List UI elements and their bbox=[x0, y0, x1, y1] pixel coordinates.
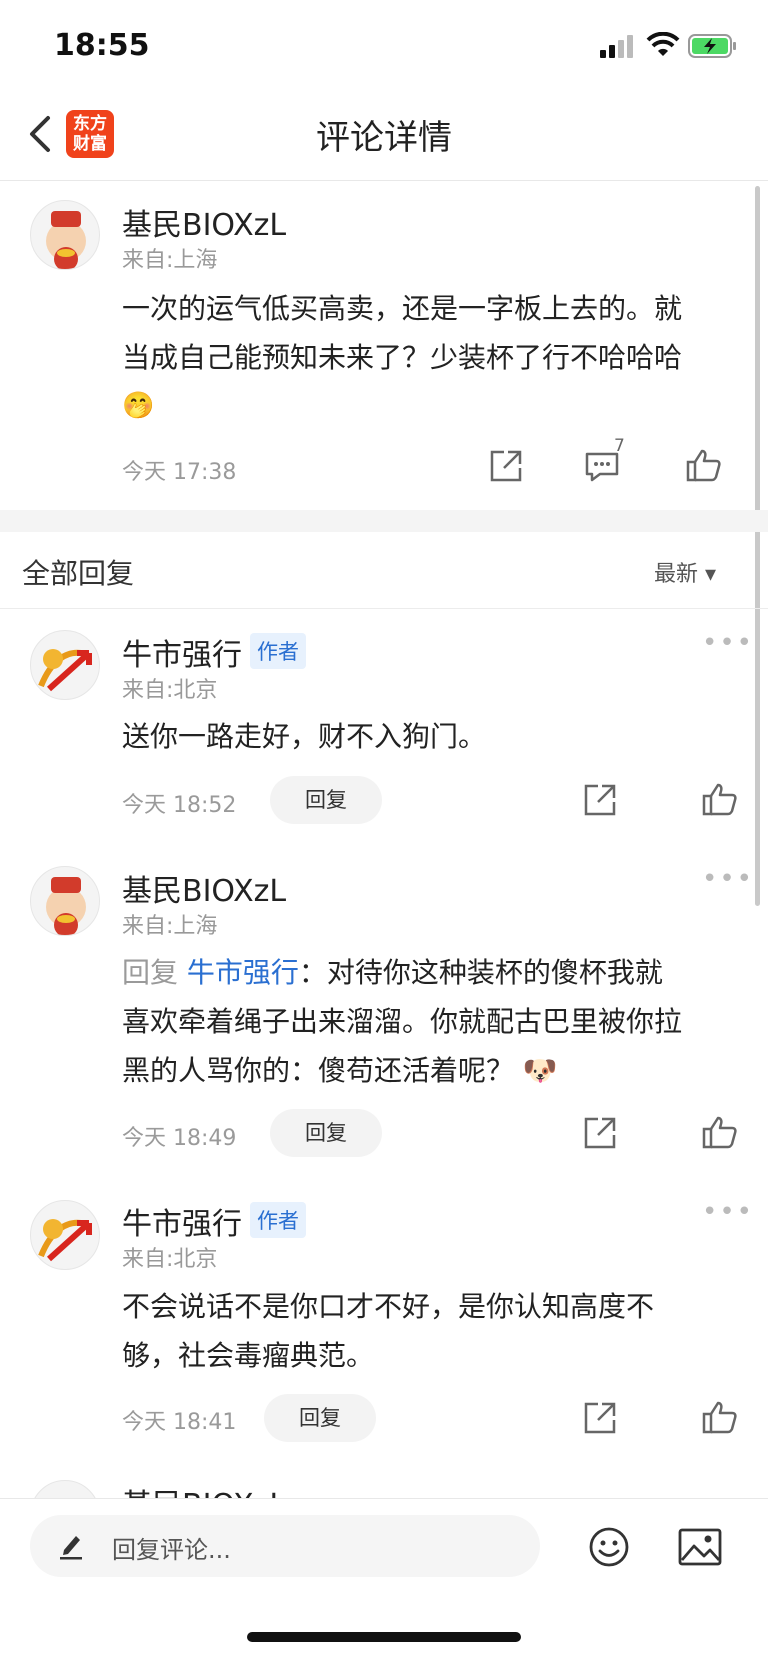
reply-username[interactable]: 基民BIOXzL bbox=[122, 866, 286, 910]
comment-emoji: 🤭 bbox=[122, 391, 155, 421]
reply-text-line-2: 喜欢牵着绳子出来溜溜。你就配古巴里被你拉 bbox=[122, 1005, 683, 1038]
reply-text-line-2: 够，社会毒瘤典范。 bbox=[122, 1339, 375, 1372]
like-icon[interactable] bbox=[702, 1400, 738, 1434]
share-icon[interactable] bbox=[488, 448, 524, 484]
battery-charging-icon bbox=[688, 34, 738, 58]
reply-to-user-link[interactable]: 牛市强行 bbox=[187, 956, 299, 989]
comment-text-line-2: 当成自己能预知未来了？少装杯了行不哈哈哈 bbox=[122, 341, 683, 374]
status-time: 18:55 bbox=[54, 28, 150, 63]
more-options-icon[interactable]: ••• bbox=[702, 1197, 754, 1227]
reply-username[interactable]: 牛市强行 bbox=[122, 1199, 242, 1243]
home-indicator bbox=[247, 1632, 521, 1642]
comment-username[interactable]: 基民BIOXzL bbox=[122, 200, 286, 244]
reply-username[interactable]: 牛市强行 bbox=[122, 630, 242, 674]
like-icon[interactable] bbox=[686, 448, 722, 482]
reply-emoji: 🐶 bbox=[522, 1054, 558, 1087]
reply-input-field[interactable] bbox=[30, 1515, 540, 1577]
reply-location: 来自:北京 bbox=[122, 1247, 218, 1272]
like-icon[interactable] bbox=[702, 1115, 738, 1149]
reply-text-line-1: 不会说话不是你口才不好，是你认知高度不 bbox=[122, 1290, 655, 1323]
pencil-icon bbox=[58, 1530, 84, 1560]
reply-time: 今天 18:49 bbox=[122, 1126, 237, 1151]
reply-text-line-3: 黑的人骂你的：傻苟还活着呢？ 🐶 bbox=[122, 1046, 558, 1095]
like-icon[interactable] bbox=[702, 782, 738, 816]
more-options-icon[interactable]: ••• bbox=[702, 864, 754, 894]
comment-text-line-1: 一次的运气低买高卖，还是一字板上去的。就 bbox=[122, 292, 683, 325]
reply-time: 今天 18:41 bbox=[122, 1410, 237, 1435]
author-badge: 作者 bbox=[250, 633, 306, 669]
reply-prefix: 回复 bbox=[122, 956, 187, 989]
comment-time: 今天 17:38 bbox=[122, 460, 237, 485]
share-icon[interactable] bbox=[582, 782, 618, 818]
nav-divider bbox=[0, 180, 768, 181]
reply-text: 送你一路走好，财不入狗门。 bbox=[122, 720, 487, 753]
reply-text-content: ：对待你这种装杯的傻杯我就 bbox=[298, 956, 663, 989]
avatar[interactable] bbox=[30, 630, 100, 700]
comment-location: 来自:上海 bbox=[122, 248, 218, 273]
cellular-signal-icon bbox=[598, 34, 638, 58]
more-options-icon[interactable]: ••• bbox=[702, 628, 754, 658]
reply-input-placeholder: 回复评论... bbox=[112, 1536, 231, 1564]
section-separator bbox=[0, 510, 768, 532]
image-picture-icon[interactable] bbox=[678, 1528, 722, 1566]
reply-text-content: 黑的人骂你的：傻苟还活着呢？ bbox=[122, 1054, 515, 1087]
avatar[interactable] bbox=[30, 200, 100, 270]
share-icon[interactable] bbox=[582, 1115, 618, 1151]
reply-location: 来自:北京 bbox=[122, 678, 218, 703]
scrollbar[interactable] bbox=[755, 186, 760, 906]
avatar[interactable] bbox=[30, 1200, 100, 1270]
page-title: 评论详情 bbox=[316, 118, 452, 158]
comment-count: 7 bbox=[614, 436, 625, 456]
divider bbox=[0, 608, 768, 609]
sort-dropdown[interactable]: 最新 ▾ bbox=[654, 556, 716, 588]
reply-location: 来自:上海 bbox=[122, 914, 218, 939]
reply-time: 今天 18:52 bbox=[122, 793, 237, 818]
wifi-icon bbox=[646, 32, 680, 58]
avatar[interactable] bbox=[30, 866, 100, 936]
all-replies-title: 全部回复 bbox=[22, 557, 135, 590]
reply-button[interactable]: 回复 bbox=[264, 1394, 376, 1442]
reply-button[interactable]: 回复 bbox=[270, 776, 382, 824]
reply-text-line-1: 回复 牛市强行：对待你这种装杯的傻杯我就 bbox=[122, 948, 663, 997]
author-badge: 作者 bbox=[250, 1202, 306, 1238]
reply-button[interactable]: 回复 bbox=[270, 1109, 382, 1157]
share-icon[interactable] bbox=[582, 1400, 618, 1436]
emoji-smile-icon[interactable] bbox=[588, 1526, 630, 1568]
